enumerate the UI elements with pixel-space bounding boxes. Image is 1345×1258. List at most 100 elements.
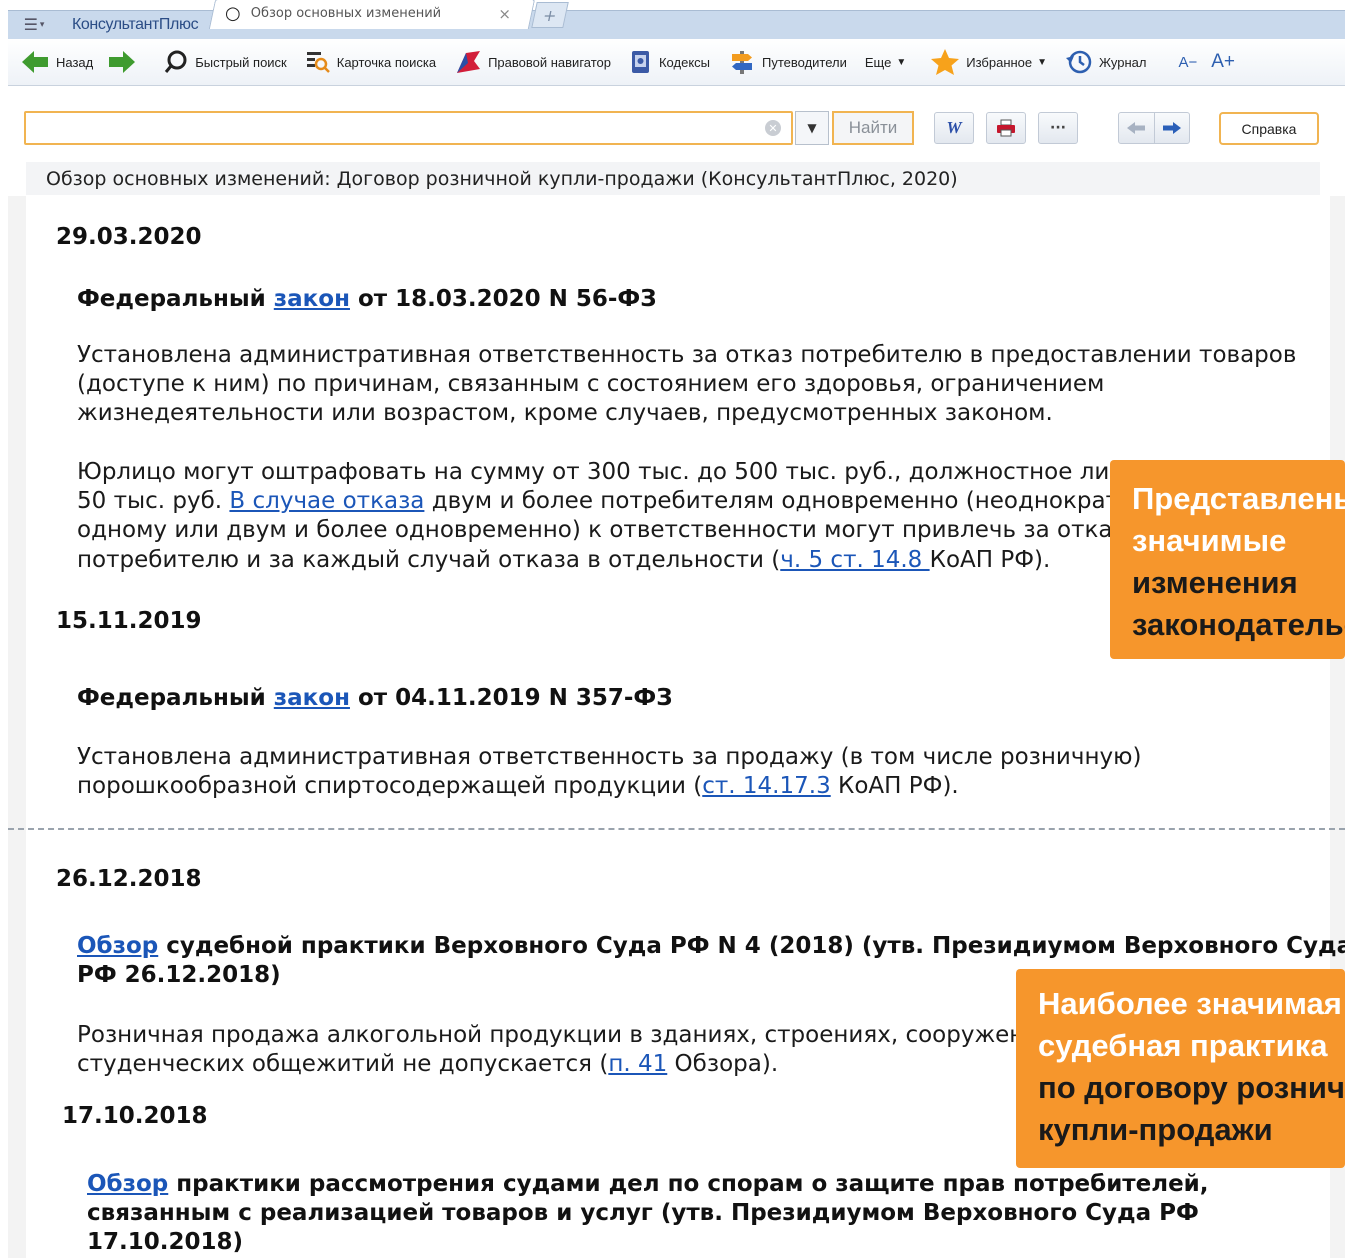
page-break-divider [8,828,1345,830]
guides-label: Путеводители [762,54,847,70]
paragraph-line: Установлена административная ответственн… [77,744,1142,770]
paragraph-line: порошкообразной спиртосодержащей продукц… [77,772,959,801]
paragraph-text: КоАП РФ). [929,547,1051,573]
review-link[interactable]: Обзор [87,1171,168,1197]
heading-text: от 18.03.2020 N 56-ФЗ [349,286,657,312]
section-heading: Федеральный закон от 18.03.2020 N 56-ФЗ [77,285,657,314]
chevron-down-icon: ▼ [896,56,907,68]
document-title: Обзор основных изменений: Договор рознич… [26,162,1320,195]
help-button[interactable]: Справка [1219,112,1319,145]
paragraph-text: потребителю и за каждый случай отказа в … [77,547,781,573]
left-margin [8,196,26,1258]
paragraph-text: двум и более потребителям одновременно (… [424,488,1149,514]
close-tab-icon[interactable]: × [498,5,511,23]
document-nav [1118,112,1190,144]
section-heading: Обзор судебной практики Верховного Суда … [77,932,1345,961]
word-icon: W [946,118,962,137]
journal-button[interactable]: Журнал [1065,39,1146,85]
law-link[interactable]: закон [274,286,350,312]
paragraph-line: одному или двум и более одновременно) к … [77,517,1242,543]
arrow-left-icon [1127,122,1146,134]
font-smaller-label: A− [1178,53,1198,71]
callout-line: Представлены [1132,481,1345,516]
paragraph-line: (доступе к ним) по причинам, связанным с… [77,371,1105,397]
back-button[interactable]: Назад [20,39,93,85]
koap-article-link[interactable]: ч. 5 ст. 14.8 [780,547,929,573]
more-actions-button[interactable]: ··· [1038,112,1078,144]
signpost-icon [732,51,752,74]
section-heading: Федеральный закон от 04.11.2019 N 357-ФЗ [77,684,673,713]
guides-button[interactable]: Путеводители [728,39,847,85]
callout-line: купли-продажи [1038,1112,1273,1147]
legal-navigator-label: Правовой навигатор [488,54,611,70]
favorites-menu[interactable]: Избранное ▼ [930,39,1047,85]
font-bigger-button[interactable]: A+ [1211,39,1235,85]
section-heading-line: 17.10.2018) [87,1229,244,1255]
callout-line: значимые [1132,523,1287,558]
search-card-button[interactable]: Карточка поиска [305,39,436,85]
codes-button[interactable]: Кодексы [629,39,710,85]
section-date: 26.12.2018 [56,866,202,892]
paragraph-text: 50 тыс. руб. [77,488,230,514]
active-tab[interactable]: ○ Обзор основных изменений × [225,0,525,27]
callout-line: по договору розничной [1038,1070,1345,1105]
printer-icon [997,119,1015,137]
quick-search-button[interactable]: Быстрый поиск [163,39,287,85]
search-card-icon [306,52,330,73]
callout-line: Наиболее значимая [1038,986,1342,1021]
search-input[interactable]: ✕ [24,111,793,145]
journal-label: Журнал [1099,54,1147,70]
active-tab-label: Обзор основных изменений [250,6,442,21]
chevron-down-icon: ▼ [807,121,817,135]
clear-icon[interactable]: ✕ [765,120,781,136]
chevron-down-icon: ▾ [39,19,45,30]
paragraph-line: жизнедеятельности или возрастом, кроме с… [77,400,1053,426]
paragraph-line: Установлена административная ответственн… [77,342,1297,368]
paragraph-line: 50 тыс. руб. В случае отказа двум и боле… [77,487,1148,516]
arrow-right-icon [109,51,136,73]
ellipsis-icon: ··· [1050,120,1066,136]
print-button[interactable] [986,112,1026,144]
magnifier-icon [165,50,187,73]
quick-search-label: Быстрый поиск [195,54,287,70]
koap-article-link[interactable]: ст. 14.17.3 [702,773,830,799]
menu-button[interactable]: ☰ ▾ [8,11,60,38]
section-heading-line: РФ 26.12.2018) [77,962,281,988]
review-item-link[interactable]: п. 41 [608,1051,667,1077]
prev-button[interactable] [1119,113,1154,143]
export-word-button[interactable]: W [934,112,974,144]
section-date: 29.03.2020 [56,224,202,250]
more-menu[interactable]: Еще ▼ [865,39,906,85]
paragraph-line: студенческих общежитий не допускается (п… [77,1050,778,1079]
codes-label: Кодексы [658,54,710,70]
brand-tab[interactable]: КонсультантПлюс [62,11,208,38]
court-practice-callout: Наиболее значимая судебная практика по д… [1016,969,1345,1168]
paragraph-line: Юрлицо могут оштрафовать на сумму от 300… [77,459,1192,485]
arrow-right-icon [1162,122,1181,134]
heading-text: судебной практики Верховного Суда РФ N 4… [158,933,1345,959]
favorites-label: Избранное [966,54,1033,70]
search-icon: ○ [225,3,241,24]
legislation-callout: Представлены значимые изменения законода… [1110,460,1345,659]
search-history-dropdown[interactable]: ▼ [795,111,829,145]
forward-button[interactable] [107,39,143,85]
arrow-left-icon [22,51,48,73]
paragraph-text: порошкообразной спиртосодержащей продукц… [77,773,703,799]
paragraph-line: потребителю и за каждый случай отказа в … [77,546,1050,575]
law-link[interactable]: закон [274,685,350,711]
more-label: Еще [864,54,892,70]
section-date: 17.10.2018 [62,1103,208,1129]
paragraph-text: студенческих общежитий не допускается ( [77,1051,609,1077]
plus-icon: + [541,5,559,25]
paragraph-text: КоАП РФ). [830,773,959,799]
find-button[interactable]: Найти [832,111,914,145]
refusal-case-link[interactable]: В случае отказа [229,488,424,514]
review-link[interactable]: Обзор [77,933,158,959]
heading-text: Федеральный [77,685,274,711]
legal-navigator-button[interactable]: Правовой навигатор [454,39,611,85]
next-button[interactable] [1153,113,1190,143]
font-smaller-button[interactable]: A− [1178,39,1197,85]
document-title-text: Обзор основных изменений: Договор рознич… [46,167,958,190]
new-tab-button[interactable]: + [531,2,569,28]
heading-text: от 04.11.2019 N 357-ФЗ [349,685,673,711]
